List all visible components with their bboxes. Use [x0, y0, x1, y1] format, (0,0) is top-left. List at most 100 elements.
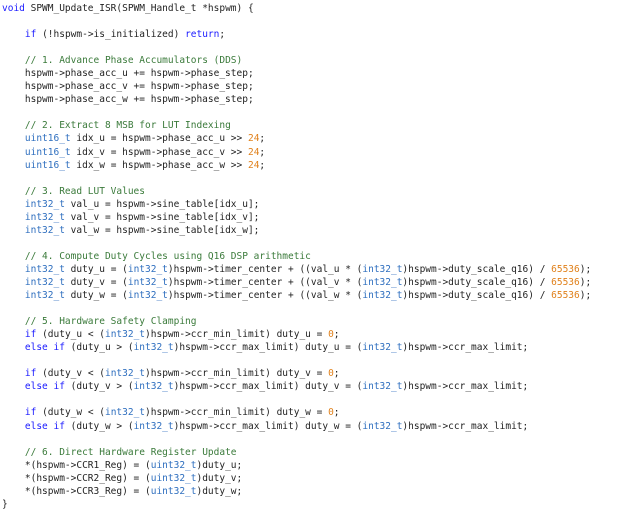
code-token: ;: [259, 146, 266, 158]
code-line: // 1. Advance Phase Accumulators (DDS): [2, 54, 591, 67]
keyword-token: else if: [24, 420, 65, 432]
type-token: int32_t: [104, 368, 146, 380]
keyword-token: if: [24, 407, 37, 419]
code-token: )hspwm->ccr_max_limit;: [402, 381, 529, 393]
keyword-token: void: [2, 3, 25, 14]
type-token: int32_t: [362, 290, 403, 302]
code-token: val_u = hspwm->sine_table[idx_u];: [64, 198, 260, 210]
type-token: int32_t: [127, 263, 168, 275]
code-line: else if (duty_u > (int32_t)hspwm->ccr_ma…: [2, 341, 591, 354]
code-token: )hspwm->ccr_min_limit) duty_w =: [145, 407, 329, 419]
code-token: );: [579, 276, 592, 288]
code-token: *(hspwm->CCR3_Reg) = (: [2, 485, 151, 497]
code-token: (duty_u < (: [36, 329, 105, 341]
code-token: );: [579, 263, 592, 275]
code-line: else if (duty_w > (int32_t )hspwm->ccr_ma…: [2, 420, 591, 433]
code-line: *(hspwm->CCR2_Reg) = (uint32_t)duty_v;: [2, 472, 591, 485]
code-token: duty_u = (: [64, 263, 128, 275]
type-token: int32_t: [362, 276, 403, 288]
code-line: // 5. Hardware Safety Clamping: [2, 315, 591, 328]
code-token: duty_w = (: [64, 290, 128, 302]
code-token: *(hspwm->CCR2_Reg) = (: [2, 472, 151, 484]
code-token: (duty_v > (: [64, 381, 134, 393]
type-token: int32_t: [127, 290, 168, 302]
type-token: int32_t: [104, 329, 146, 341]
type-token: int32_t: [133, 342, 174, 354]
code-line: hspwm->phase_acc_u += hspwm->phase_step;: [2, 67, 591, 80]
code-line: // 3. Read LUT Values: [2, 185, 591, 198]
type-token: uint16_t: [24, 159, 71, 171]
code-line: *(hspwm->CCR3_Reg) = (uint32_t)duty_w;: [2, 485, 591, 498]
keyword-token: else if: [24, 342, 65, 354]
code-line: if (duty_u < (int32_t)hspwm->ccr_min_lim…: [2, 328, 591, 341]
code-token: )hspwm->ccr_max_limit;: [402, 342, 529, 354]
code-token: hspwm->phase_acc_v += hspwm->phase_step;: [2, 81, 254, 93]
code-token: )hspwm->duty_scale_q16) /: [402, 276, 552, 288]
type-token: int32_t: [127, 276, 168, 288]
code-token: val_v = hspwm->sine_table[idx_v];: [64, 211, 260, 223]
keyword-token: if: [24, 368, 37, 380]
code-line: int32_t val_u = hspwm->sine_table[idx_u]…: [2, 198, 591, 211]
code-token: )hspwm->ccr_max_limit) duty_v = (: [173, 381, 363, 393]
code-token: ;: [333, 407, 340, 419]
code-token: )hspwm->ccr_min_limit) duty_v =: [145, 368, 329, 380]
code-line: int32_t duty_u = (int32_t)hspwm->timer_c…: [2, 263, 591, 276]
number-token: 65536: [551, 276, 580, 288]
type-token: uint32_t: [150, 459, 197, 471]
code-token: )duty_u;: [196, 459, 243, 471]
code-token: hspwm->phase_acc_u += hspwm->phase_step;: [2, 68, 254, 80]
type-token: int32_t: [133, 420, 174, 432]
type-token: int32_t: [362, 342, 403, 354]
code-line: uint16_t idx_w = hspwm->phase_acc_w >> 2…: [2, 159, 591, 172]
type-token: uint32_t: [150, 485, 197, 497]
code-line: *(hspwm->CCR1_Reg) = (uint32_t)duty_u;: [2, 459, 591, 472]
type-token: int32_t: [133, 381, 174, 393]
code-line: int32_t duty_v = (int32_t)hspwm->timer_c…: [2, 276, 591, 289]
keyword-token: if: [24, 329, 37, 341]
code-token: )hspwm->ccr_max_limit;: [402, 420, 529, 432]
code-token: (duty_v < (: [36, 368, 105, 380]
code-line: if (duty_v < (int32_t)hspwm->ccr_min_lim…: [2, 367, 591, 380]
code-token: )hspwm->duty_scale_q16) /: [402, 290, 552, 302]
code-token: (duty_w > (: [64, 420, 134, 432]
code-token: )duty_v;: [196, 472, 243, 484]
number-token: 65536: [551, 290, 580, 302]
type-token: uint32_t: [150, 472, 197, 484]
code-line: // 6. Direct Hardware Register Update: [2, 446, 591, 459]
number-token: 65536: [551, 263, 580, 275]
code-line: void SPWM_Update_ISR(SPWM_Handle_t *hspw…: [2, 2, 591, 15]
type-token: int32_t: [24, 276, 65, 288]
code-line: if (!hspwm->is_initialized) return;: [2, 28, 591, 41]
type-token: int32_t: [24, 263, 65, 275]
code-editor[interactable]: void SPWM_Update_ISR(SPWM_Handle_t *hspw…: [2, 2, 591, 511]
code-token: idx_u = hspwm->phase_acc_u >>: [70, 133, 248, 145]
code-token: )duty_w;: [196, 485, 243, 497]
code-token: ;: [333, 329, 340, 341]
type-token: int32_t: [24, 290, 65, 302]
code-token: hspwm->phase_acc_w += hspwm->phase_step;: [2, 94, 254, 106]
comment-token: // 4. Compute Duty Cycles using Q16 DSP …: [24, 250, 311, 262]
code-token: )hspwm->ccr_max_limit) duty_u = (: [173, 342, 363, 354]
code-line: hspwm->phase_acc_w += hspwm->phase_step;: [2, 93, 591, 106]
comment-token: // 6. Direct Hardware Register Update: [24, 446, 237, 458]
code-token: );: [579, 290, 592, 302]
type-token: int32_t: [24, 198, 65, 210]
